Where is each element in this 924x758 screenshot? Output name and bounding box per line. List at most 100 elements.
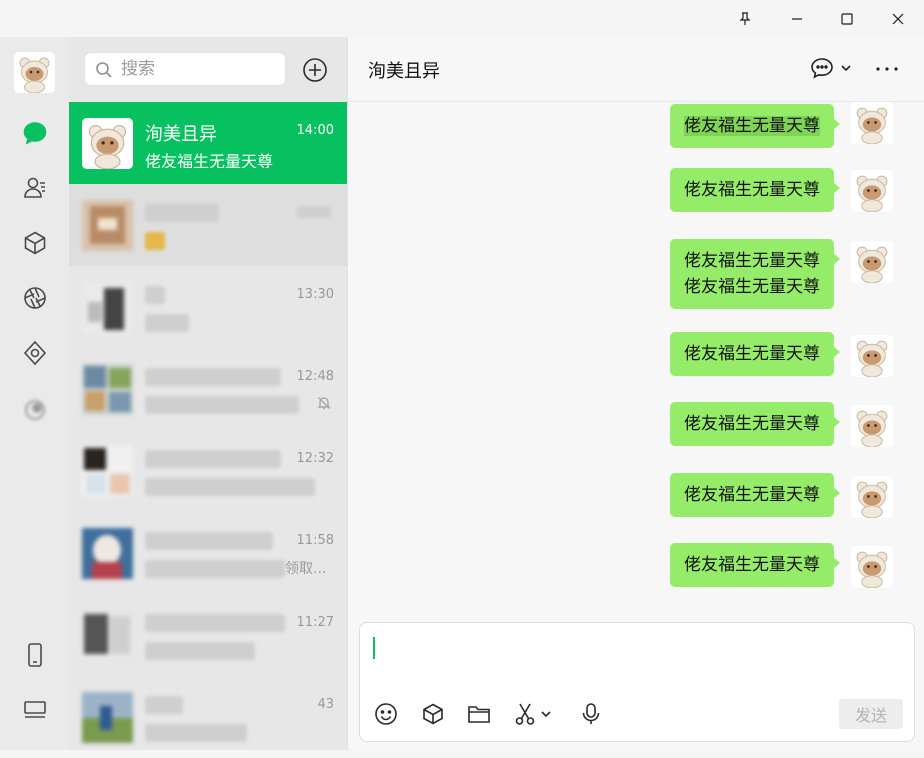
message-bubble[interactable]: 佬友福生无量天尊 佬友福生无量天尊 [670,239,840,309]
minimize-button[interactable] [774,0,820,37]
maximize-icon [841,12,853,25]
screenshot-button[interactable] [514,701,552,727]
message-text: 佬友福生无量天尊 [684,555,820,575]
plus-circle-icon [303,58,327,82]
message-input[interactable] [372,633,902,683]
more-options-button[interactable] [875,65,899,73]
pin-icon [739,11,751,25]
message-bubble[interactable]: 佬友福生无量天尊 [670,332,840,376]
chat-item[interactable]: 43 [69,676,347,758]
message-bubble[interactable]: 佬友福生无量天尊 [670,104,840,148]
conversation-title: 洵美且异 [368,61,440,82]
blurred-avatar [82,692,133,743]
search-box[interactable] [84,52,286,86]
close-button[interactable] [875,0,921,37]
blurred-preview [145,478,315,496]
chat-time: 43 [317,697,334,712]
maximize-button[interactable] [824,0,870,37]
message-bubble[interactable]: 佬友福生无量天尊 [670,168,840,212]
voice-input-button[interactable] [580,701,602,727]
nav-moments[interactable] [18,281,52,315]
sender-avatar[interactable] [851,335,893,377]
blurred-avatar [82,528,133,579]
ellipsis-icon [876,67,898,71]
nav-mini-programs[interactable] [18,393,52,427]
nav-chats[interactable] [18,116,52,150]
blurred-name [145,368,281,386]
sender-avatar[interactable] [851,170,893,212]
chat-item[interactable] [69,184,347,266]
nav-phone[interactable] [18,638,52,672]
chat-time: 13:30 [296,287,334,302]
search-icon [96,62,112,78]
aperture-icon [24,287,46,309]
blurred-preview [145,396,299,414]
bear-avatar-icon [14,52,55,93]
chat-time: 12:32 [296,451,334,466]
chat-item[interactable]: 13:30 [69,266,347,348]
sender-avatar[interactable] [851,405,893,447]
chat-name: 洵美且异 [145,124,217,144]
nav-channels[interactable] [18,336,52,370]
bear-avatar-icon [851,335,893,377]
chevron-down-icon [841,65,851,72]
favorites-button[interactable] [421,701,445,727]
blurred-preview [145,314,189,332]
message-text: 佬友福生无量天尊 [684,116,820,136]
blurred-avatar [82,282,133,333]
close-icon [892,13,904,24]
chat-time: 14:00 [296,123,334,138]
sender-avatar[interactable] [851,476,893,518]
message-text-line: 佬友福生无量天尊 [684,251,820,271]
message-bubble[interactable]: 佬友福生无量天尊 [670,543,840,587]
blurred-icon [25,400,45,420]
sender-avatar[interactable] [851,546,893,588]
blurred-preview [145,642,255,660]
nav-favorites[interactable] [18,226,52,260]
chat-item[interactable]: 11:58 领取... [69,512,347,594]
blurred-preview [145,232,165,250]
emoji-button[interactable] [374,701,398,727]
chat-time: 11:58 [296,533,334,548]
bear-avatar-icon [851,405,893,447]
sender-avatar[interactable] [851,241,893,283]
message-bubble[interactable]: 佬友福生无量天尊 [670,473,840,517]
send-button[interactable]: 发送 [839,699,903,729]
scissors-icon [515,703,535,725]
chat-time: 12:48 [296,369,334,384]
blurred-avatar [82,364,133,415]
bear-avatar-icon [851,170,893,212]
contact-avatar [82,118,133,169]
add-button[interactable] [302,57,328,83]
blurred-avatar [82,610,133,661]
chat-item[interactable]: 12:48 [69,348,347,430]
sender-avatar[interactable] [851,102,893,144]
chat-bubble-icon [23,122,47,145]
message-text: 佬友福生无量天尊 [684,180,820,200]
send-file-button[interactable] [467,701,491,727]
message-text-line: 佬友福生无量天尊 [684,277,820,297]
chat-item-active[interactable]: 洵美且异 14:00 佬友福生无量天尊 [69,102,347,184]
blurred-avatar [82,200,133,251]
nav-contacts[interactable] [18,171,52,205]
bear-avatar-icon [82,118,133,169]
pin-button[interactable] [722,0,768,37]
blurred-name [145,450,281,468]
chat-item[interactable]: 12:32 [69,430,347,512]
conversation-header: 洵美且异 [348,37,924,102]
blurred-name [145,614,285,632]
blurred-name [145,204,219,222]
nav-rail [0,0,69,750]
cube-icon [423,703,443,725]
my-avatar[interactable] [14,52,55,93]
message-list: 佬友福生无量天尊 佬友福生无量天尊 佬友福生无量天尊 佬友福生无量天尊 佬友福生… [348,102,924,617]
chat-info-button[interactable] [810,57,852,79]
search-input[interactable] [119,57,279,81]
title-bar [0,0,924,37]
bear-avatar-icon [851,476,893,518]
message-bubble[interactable]: 佬友福生无量天尊 [670,402,840,446]
nav-more[interactable] [18,693,52,727]
minimize-icon [792,17,802,20]
chat-item[interactable]: 11:27 [69,594,347,676]
mute-bell-icon [317,397,331,410]
